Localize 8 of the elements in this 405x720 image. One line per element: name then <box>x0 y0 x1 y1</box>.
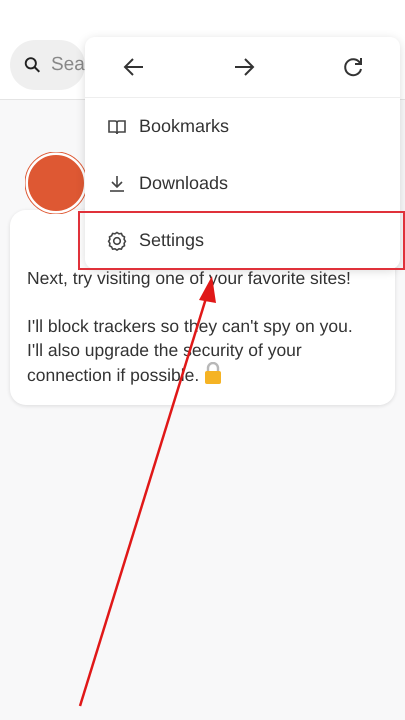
settings-icon <box>107 230 127 250</box>
search-input[interactable]: Sea <box>51 50 85 80</box>
search-field[interactable]: Sea <box>10 40 85 90</box>
menu-item[interactable]: Settings <box>79 212 404 269</box>
search-icon <box>24 55 41 75</box>
download-icon <box>107 174 127 194</box>
menu-item[interactable]: Bookmarks <box>85 98 400 155</box>
menu-item[interactable]: Downloads <box>85 155 400 212</box>
